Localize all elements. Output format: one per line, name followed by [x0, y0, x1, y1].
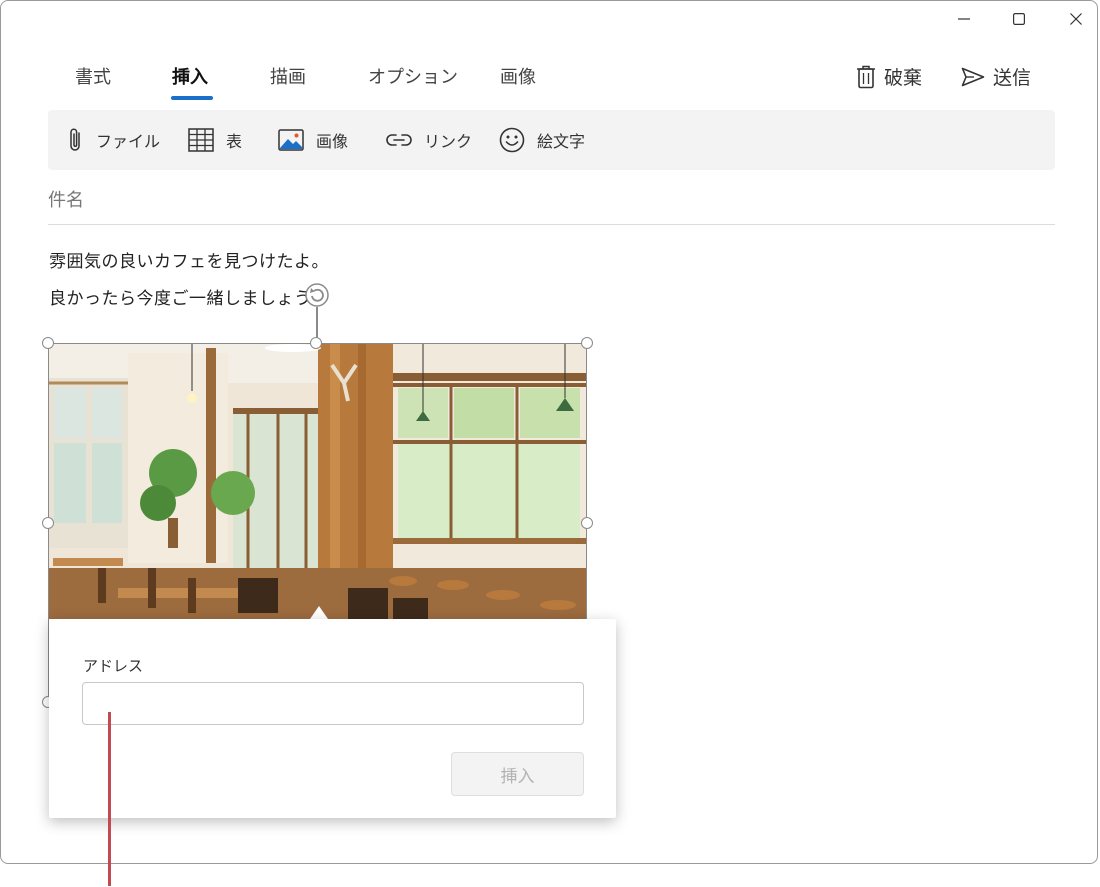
ribbon-picture-button[interactable]: 画像 [278, 126, 348, 154]
tab-options[interactable]: オプション [368, 63, 458, 89]
subject-field[interactable]: 件名 [48, 186, 84, 212]
resize-handle-top-left[interactable] [42, 337, 54, 349]
tab-picture[interactable]: 画像 [500, 63, 536, 89]
ribbon-file-label: ファイル [96, 132, 161, 151]
send-icon [961, 67, 985, 86]
resize-handle-left[interactable] [42, 517, 54, 529]
maximize-button[interactable] [996, 5, 1042, 33]
ribbon-picture-label: 画像 [316, 132, 349, 151]
body-line-1[interactable]: 雰囲気の良いカフェを見つけたよ。 [49, 247, 329, 272]
send-button[interactable]: 送信 [961, 63, 1031, 90]
ribbon-table-button[interactable]: 表 [188, 126, 242, 154]
inserted-photo[interactable] [48, 343, 587, 619]
insert-link-button[interactable]: 挿入 [451, 752, 584, 796]
tab-insert[interactable]: 挿入 [172, 63, 208, 89]
emoji-icon [499, 127, 525, 153]
link-icon [386, 134, 412, 146]
rotate-handle[interactable] [304, 282, 330, 308]
ribbon-file-button[interactable]: ファイル [68, 126, 160, 154]
body-line-2[interactable]: 良かったら今度ご一緒しましょう。 [49, 284, 328, 309]
paperclip-icon [70, 128, 80, 151]
mail-compose-window: 書式 挿入 描画 オプション 画像 破棄 送信 ファイル 表 画像 リンク 絵文… [0, 0, 1098, 864]
discard-button[interactable]: 破棄 [856, 63, 922, 90]
cafe-photo [48, 343, 587, 619]
address-input[interactable] [82, 682, 584, 725]
link-popover: アドレス 挿入 [49, 619, 616, 818]
rotate-icon [305, 283, 329, 307]
ribbon-emoji-button[interactable]: 絵文字 [499, 126, 585, 154]
active-tab-indicator [171, 96, 213, 100]
resize-handle-top-right[interactable] [581, 337, 593, 349]
subject-divider [48, 224, 1055, 225]
table-icon [188, 128, 214, 152]
picture-icon [278, 129, 304, 151]
minimize-icon [958, 18, 970, 20]
annotation-marker [108, 712, 111, 886]
tab-format[interactable]: 書式 [75, 63, 111, 89]
ribbon-table-label: 表 [226, 132, 243, 151]
maximize-icon [1013, 13, 1025, 25]
popover-pointer [310, 606, 328, 619]
insert-ribbon: ファイル 表 画像 リンク 絵文字 [48, 110, 1055, 170]
minimize-button[interactable] [941, 5, 987, 33]
send-label: 送信 [993, 67, 1032, 89]
close-button[interactable] [1053, 5, 1099, 33]
trash-icon [857, 65, 875, 88]
ribbon-emoji-label: 絵文字 [537, 132, 586, 151]
discard-label: 破棄 [884, 67, 923, 89]
close-icon [1070, 13, 1082, 25]
ribbon-link-button[interactable]: リンク [386, 126, 472, 154]
ribbon-link-label: リンク [424, 132, 473, 151]
tab-draw[interactable]: 描画 [270, 63, 306, 89]
resize-handle-right[interactable] [581, 517, 593, 529]
resize-handle-top[interactable] [310, 337, 322, 349]
address-label: アドレス [83, 657, 144, 675]
